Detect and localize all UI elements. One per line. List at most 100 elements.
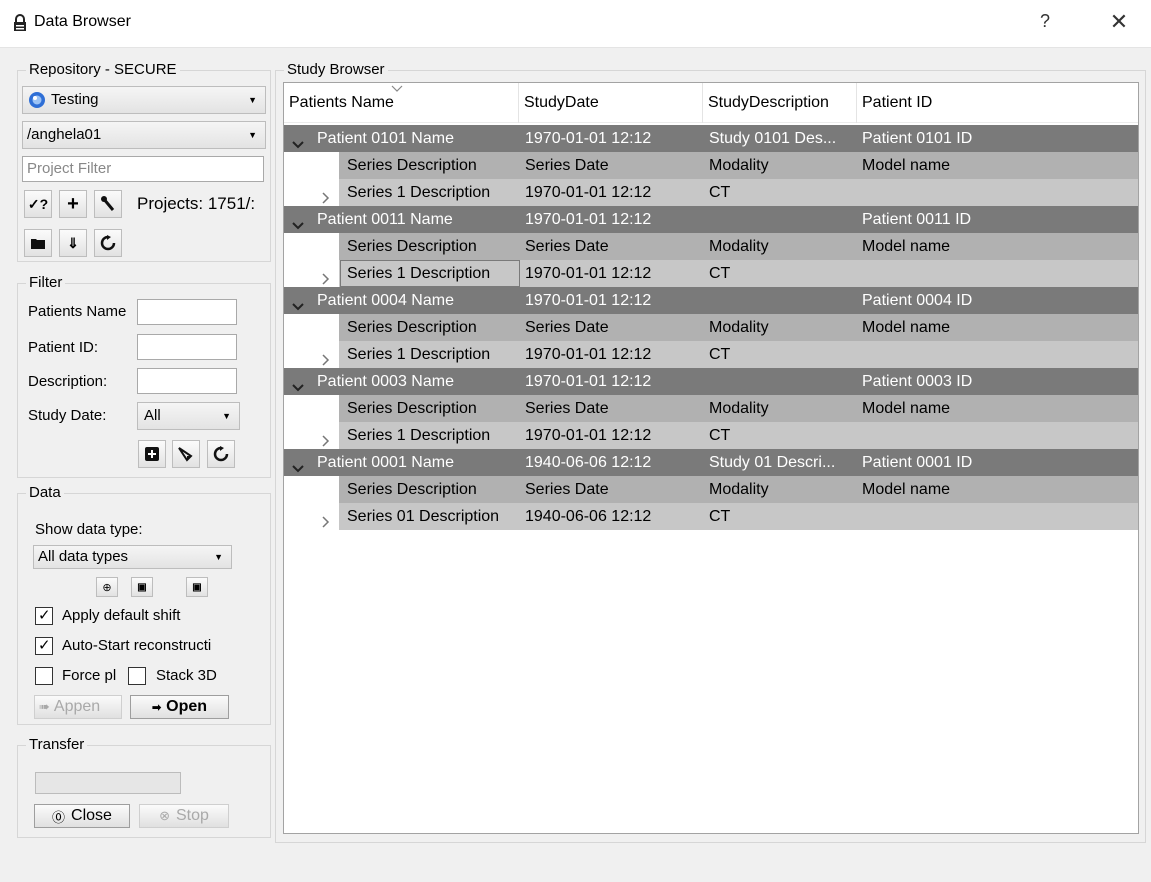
download-button[interactable]: ⇓	[59, 229, 87, 257]
description-input[interactable]	[137, 368, 237, 394]
series-row[interactable]: Series 01 Description 1940-06-06 12:12 CT	[284, 503, 1138, 530]
type-filter-button-1[interactable]: ⊕	[96, 577, 118, 597]
column-header-patients-name[interactable]: Patients Name	[284, 83, 519, 123]
study-date-cell: 1940-06-06 12:12	[525, 454, 652, 471]
project-filter-input[interactable]: Project Filter	[22, 156, 264, 182]
filter-group-title: Filter	[26, 274, 66, 291]
open-label: Open	[166, 698, 208, 715]
lock-icon	[14, 14, 26, 31]
close-window-button[interactable]: ✕	[1104, 9, 1134, 37]
series-header-cell: Model name	[862, 238, 951, 255]
patient-id-cell: Patient 0011 ID	[862, 211, 972, 228]
study-tree[interactable]: Patients Name StudyDate StudyDescription…	[283, 82, 1139, 834]
open-folder-button[interactable]	[24, 229, 52, 257]
add-filter-button[interactable]	[138, 440, 166, 468]
series-header-cell: Series Description	[347, 157, 477, 174]
series-cell: CT	[709, 427, 731, 444]
help-button[interactable]: ?	[1040, 11, 1050, 32]
patient-id-cell: Patient 0101 ID	[862, 130, 973, 147]
series-row[interactable]: Series 1 Description 1970-01-01 12:12 CT	[284, 341, 1138, 368]
series-cell: 1970-01-01 12:12	[525, 427, 652, 444]
save-icon: ▣	[192, 581, 202, 593]
refresh-icon	[100, 235, 116, 251]
settings-button[interactable]	[94, 190, 122, 218]
patient-row[interactable]: Patient 0101 Name 1970-01-01 12:12 Study 0…	[284, 125, 1138, 152]
patient-id-cell: Patient 0003 ID	[862, 373, 973, 390]
series-header-cell: Series Description	[347, 319, 477, 336]
open-button[interactable]: ➡ Open	[130, 695, 229, 719]
series-header-cell: Modality	[709, 400, 769, 417]
folder-icon	[31, 239, 45, 249]
data-type-select[interactable]: All data types ▼	[33, 545, 232, 569]
plus-icon: +	[67, 192, 79, 215]
close-label: Close	[71, 807, 112, 824]
study-date-select[interactable]: All ▼	[137, 402, 240, 430]
data-type-value: All data types	[38, 548, 129, 565]
add-button[interactable]: +	[59, 190, 87, 218]
eraser-icon	[178, 447, 193, 462]
series-header-cell: Model name	[862, 481, 951, 498]
repository-group-title: Repository - SECURE	[26, 61, 180, 78]
sort-indicator-icon	[391, 85, 403, 92]
series-cell: CT	[709, 184, 731, 201]
patients-name-label: Patients Name	[28, 303, 127, 320]
series-row[interactable]: Series 1 Description 1970-01-01 12:12 CT	[284, 179, 1138, 206]
tree-header: Patients Name StudyDate StudyDescription…	[284, 83, 1138, 123]
column-header-patient-id[interactable]: Patient ID	[857, 83, 1138, 123]
auto-start-checkbox[interactable]: ✓	[35, 637, 53, 655]
patient-row[interactable]: Patient 0001 Name 1940-06-06 12:12 Study 0…	[284, 449, 1138, 476]
refresh-filter-button[interactable]	[207, 440, 235, 468]
series-cell: CT	[709, 265, 731, 282]
patients-name-input[interactable]	[137, 299, 237, 325]
show-data-type-label: Show data type:	[35, 521, 143, 538]
close-button[interactable]: ⓪ Close	[34, 804, 130, 828]
server-select[interactable]: Testing ▼	[22, 86, 266, 114]
type-filter-button-3[interactable]: ▣	[186, 577, 208, 597]
refresh-button[interactable]	[94, 229, 122, 257]
column-header-study-description[interactable]: StudyDescription	[703, 83, 857, 123]
project-select[interactable]: /anghela01 ▼	[22, 121, 266, 149]
patient-row[interactable]: Patient 0004 Name 1970-01-01 12:12 Patient…	[284, 287, 1138, 314]
series-cell: Series 1 Description	[347, 427, 491, 444]
apply-default-shift-checkbox[interactable]: ✓	[35, 607, 53, 625]
check-question-button[interactable]: ✓?	[24, 190, 52, 218]
series-header-cell: Series Date	[525, 400, 609, 417]
column-header-label: StudyDescription	[708, 94, 829, 111]
series-cell: CT	[709, 346, 731, 363]
patient-row[interactable]: Patient 0011 Name 1970-01-01 12:12 Patient…	[284, 206, 1138, 233]
transfer-progress-bar	[35, 772, 181, 794]
series-header-cell: Series Description	[347, 481, 477, 498]
study-date-cell: 1970-01-01 12:12	[525, 373, 652, 390]
stop-label: Stop	[175, 807, 209, 824]
series-header-cell: Modality	[709, 319, 769, 336]
series-header-cell: Series Description	[347, 238, 477, 255]
checkmark-icon: ✓	[38, 637, 51, 654]
series-header-row: Series Description Series Date Modality Mod…	[284, 314, 1138, 341]
study-date-label: Study Date:	[28, 407, 107, 424]
server-icon	[29, 92, 45, 108]
chevron-right-icon[interactable]	[322, 510, 330, 537]
chevron-down-icon: ▼	[248, 130, 257, 140]
force-checkbox[interactable]	[35, 667, 53, 685]
series-header-cell: Modality	[709, 238, 769, 255]
download-icon: ⇓	[67, 234, 79, 251]
patient-id-input[interactable]	[137, 334, 237, 360]
study-date-cell: 1970-01-01 12:12	[525, 292, 652, 309]
stop-button[interactable]: ⊗ Stop	[139, 804, 229, 828]
series-cell: Series 1 Description	[347, 346, 491, 363]
series-row[interactable]: Series 1 Description 1970-01-01 12:12 CT	[284, 422, 1138, 449]
append-label: Appen	[53, 698, 101, 715]
append-button[interactable]: ➠ Appen	[34, 695, 122, 719]
patient-row[interactable]: Patient 0003 Name 1970-01-01 12:12 Patient…	[284, 368, 1138, 395]
series-cell: CT	[709, 508, 731, 525]
series-cell: Series 1 Description	[347, 265, 491, 282]
stack-3d-checkbox[interactable]	[128, 667, 146, 685]
column-header-study-date[interactable]: StudyDate	[519, 83, 703, 123]
clear-filter-button[interactable]	[172, 440, 200, 468]
type-filter-button-2[interactable]: ▣	[131, 577, 153, 597]
description-label: Description:	[28, 373, 108, 390]
window-title: Data Browser	[34, 13, 131, 30]
series-row[interactable]: Series 1 Description 1970-01-01 12:12 CT	[284, 260, 1138, 287]
study-date-cell: 1970-01-01 12:12	[525, 211, 652, 228]
series-header-cell: Series Date	[525, 481, 609, 498]
